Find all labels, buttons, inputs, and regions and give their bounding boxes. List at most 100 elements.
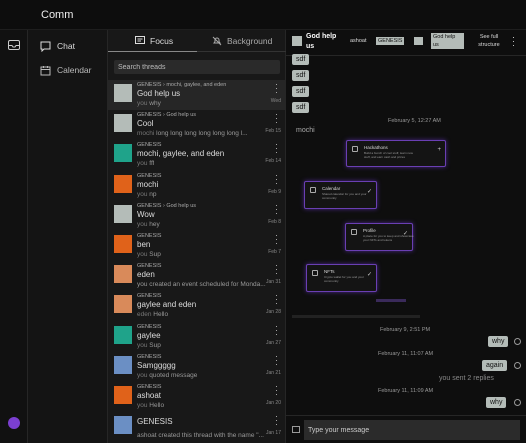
- timestamp: February 5, 12:27 AM: [388, 118, 441, 124]
- thread-options-icon[interactable]: · · ·: [275, 261, 278, 278]
- last-message-text: hey: [149, 220, 160, 228]
- check-icon[interactable]: ✓: [403, 230, 408, 237]
- timestamp: February 11, 11:07 AM: [378, 351, 434, 357]
- thread-name: mochi, gaylee, and eden: [137, 149, 225, 159]
- card-title: Calendar: [322, 186, 341, 191]
- thread-name: gaylee: [137, 330, 161, 340]
- app-card-profile[interactable]: Profile A place for you to keep and show…: [345, 223, 414, 251]
- thread-options-icon[interactable]: · · ·: [275, 170, 278, 187]
- thread-options-icon[interactable]: · · ·: [275, 321, 278, 338]
- thread-last-message: you np: [137, 191, 157, 198]
- breadcrumb-current[interactable]: God help us: [431, 33, 464, 49]
- thread-date: Jan 20: [265, 400, 281, 406]
- nav-item-chat[interactable]: Chat: [40, 39, 75, 53]
- thread-item[interactable]: GENESIS gaylee and eden eden Hello · · · Jan 2…: [108, 291, 286, 321]
- app-card-hackathons[interactable]: Hackathons Build a bunch of cool stuff, …: [346, 140, 446, 167]
- thread-options-icon[interactable]: · · ·: [275, 200, 278, 217]
- thread-breadcrumb: GENESIS: [137, 142, 162, 149]
- message-bubble: why: [486, 397, 507, 408]
- delivered-check-icon: [514, 399, 521, 406]
- thread-name: mochi: [137, 179, 159, 189]
- thread-item[interactable]: GENESIS › mochi, gaylee, and eden God hel…: [108, 80, 286, 110]
- thread-breadcrumb: GENESIS › God help us: [137, 202, 196, 209]
- search-input[interactable]: [114, 60, 280, 74]
- breadcrumb-genesis[interactable]: GENESIS: [376, 37, 405, 45]
- thread-date: Jan 31: [265, 279, 281, 286]
- tab-focus[interactable]: Focus: [135, 30, 173, 52]
- thread-date: Jan 21: [265, 369, 281, 376]
- thread-options-icon[interactable]: · · ·: [275, 291, 278, 308]
- delivered-check-icon: [514, 338, 521, 345]
- tab-background[interactable]: Background: [212, 30, 272, 52]
- last-message-sender: you: [137, 160, 148, 168]
- thread-last-message: eden Hello: [137, 311, 168, 318]
- last-message-sender: you: [137, 251, 148, 258]
- thread-date: Feb 8: [268, 218, 281, 225]
- last-message-sender: you: [137, 190, 148, 198]
- thread-date: Feb 9: [268, 188, 281, 195]
- more-options-icon[interactable]: · · ·: [512, 33, 515, 50]
- thread-options-icon[interactable]: · · ·: [275, 412, 278, 429]
- thread-item[interactable]: GENESIS eden you created an event schedul…: [108, 261, 286, 291]
- thread-name: Wow: [137, 209, 155, 219]
- nav-item-calendar[interactable]: Calendar: [40, 63, 92, 77]
- nav-item-calendar-label: Calendar: [57, 65, 92, 75]
- thread-name: gaylee and eden: [137, 300, 197, 310]
- app-card-calendar[interactable]: Calendar Shared calendar for you and you…: [304, 181, 377, 209]
- calendar-icon: [40, 65, 51, 75]
- check-icon[interactable]: ✓: [367, 271, 372, 278]
- thread-options-icon[interactable]: · · ·: [275, 382, 278, 399]
- app-card-nfts[interactable]: NFTs Crypto wallet for you and your comm…: [306, 264, 377, 292]
- thread-avatar: [114, 114, 132, 133]
- last-message-text: Hello: [149, 402, 165, 409]
- thread-item[interactable]: GENESIS › God help us Cool mochi long long…: [108, 110, 286, 140]
- thread-last-message: mochi long long long long long long l...: [137, 130, 248, 137]
- thread-name: God help us: [137, 89, 181, 98]
- thread-item[interactable]: GENESIS mochi, gaylee, and eden you fff · · ·…: [108, 140, 286, 170]
- thread-item[interactable]: GENESIS mochi you np · · · Feb 9: [108, 170, 286, 201]
- thread-name: Cool: [137, 119, 154, 129]
- thread-avatar: [292, 36, 302, 46]
- thread-item[interactable]: GENESIS ben you Sup · · · Feb 7: [108, 231, 286, 261]
- thread-breadcrumb: GENESIS: [137, 293, 162, 300]
- message-input[interactable]: [304, 420, 520, 440]
- thread-avatar: [114, 204, 132, 223]
- thread-options-icon[interactable]: · · ·: [275, 351, 278, 368]
- thread-item[interactable]: GENESIS gaylee you Sup · · · Jan 27: [108, 321, 286, 352]
- target-icon: [352, 146, 358, 152]
- thread-options-icon[interactable]: · · ·: [275, 110, 278, 127]
- message-bubble: sdf: [292, 54, 310, 65]
- card-title: NFTs: [324, 269, 335, 274]
- inbox-icon[interactable]: [8, 40, 20, 50]
- last-message-text: Sup: [149, 251, 161, 258]
- timestamp: February 9, 2:51 PM: [380, 327, 431, 333]
- breadcrumb-separator: [414, 37, 423, 45]
- thread-avatar: [114, 144, 132, 163]
- sender-name: mochi: [296, 127, 315, 134]
- thread-options-icon[interactable]: · · ·: [275, 140, 278, 157]
- thread-last-message: you fff: [137, 160, 154, 167]
- tab-background-label: Background: [227, 36, 273, 46]
- tab-focus-label: Focus: [150, 36, 174, 46]
- thread-options-icon[interactable]: · · ·: [275, 231, 278, 248]
- replies-link[interactable]: you sent 2 replies: [439, 375, 494, 382]
- delivered-check-icon: [514, 362, 521, 369]
- settings-icon[interactable]: [8, 417, 20, 429]
- thread-options-icon[interactable]: · · ·: [275, 80, 278, 97]
- see-full-structure-button[interactable]: See full structure: [474, 33, 504, 49]
- thread-item[interactable]: GENESIS ashoat created this thread with …: [108, 412, 286, 442]
- thread-name: GENESIS: [137, 417, 173, 427]
- grid-icon: [312, 270, 318, 276]
- check-icon[interactable]: ✓: [367, 188, 372, 195]
- card-description: Build a bunch of cool stuff, learn new s…: [364, 151, 413, 159]
- add-icon[interactable]: +: [437, 147, 441, 153]
- tab-divider: [197, 51, 286, 52]
- thread-item[interactable]: GENESIS › God help us Wow you hey · · · Feb 8: [108, 200, 286, 231]
- thread-last-message: you quoted message: [137, 372, 197, 379]
- thread-name: Samggggg: [137, 360, 176, 370]
- thread-breadcrumb: GENESIS: [137, 172, 162, 179]
- thread-item[interactable]: GENESIS Samggggg you quoted message · · · Jan …: [108, 351, 286, 382]
- thread-item[interactable]: GENESIS ashoat you Hello · · · Jan 20: [108, 382, 286, 412]
- image-upload-icon[interactable]: [292, 426, 300, 433]
- breadcrumb-ashoat[interactable]: ashoat: [348, 37, 369, 45]
